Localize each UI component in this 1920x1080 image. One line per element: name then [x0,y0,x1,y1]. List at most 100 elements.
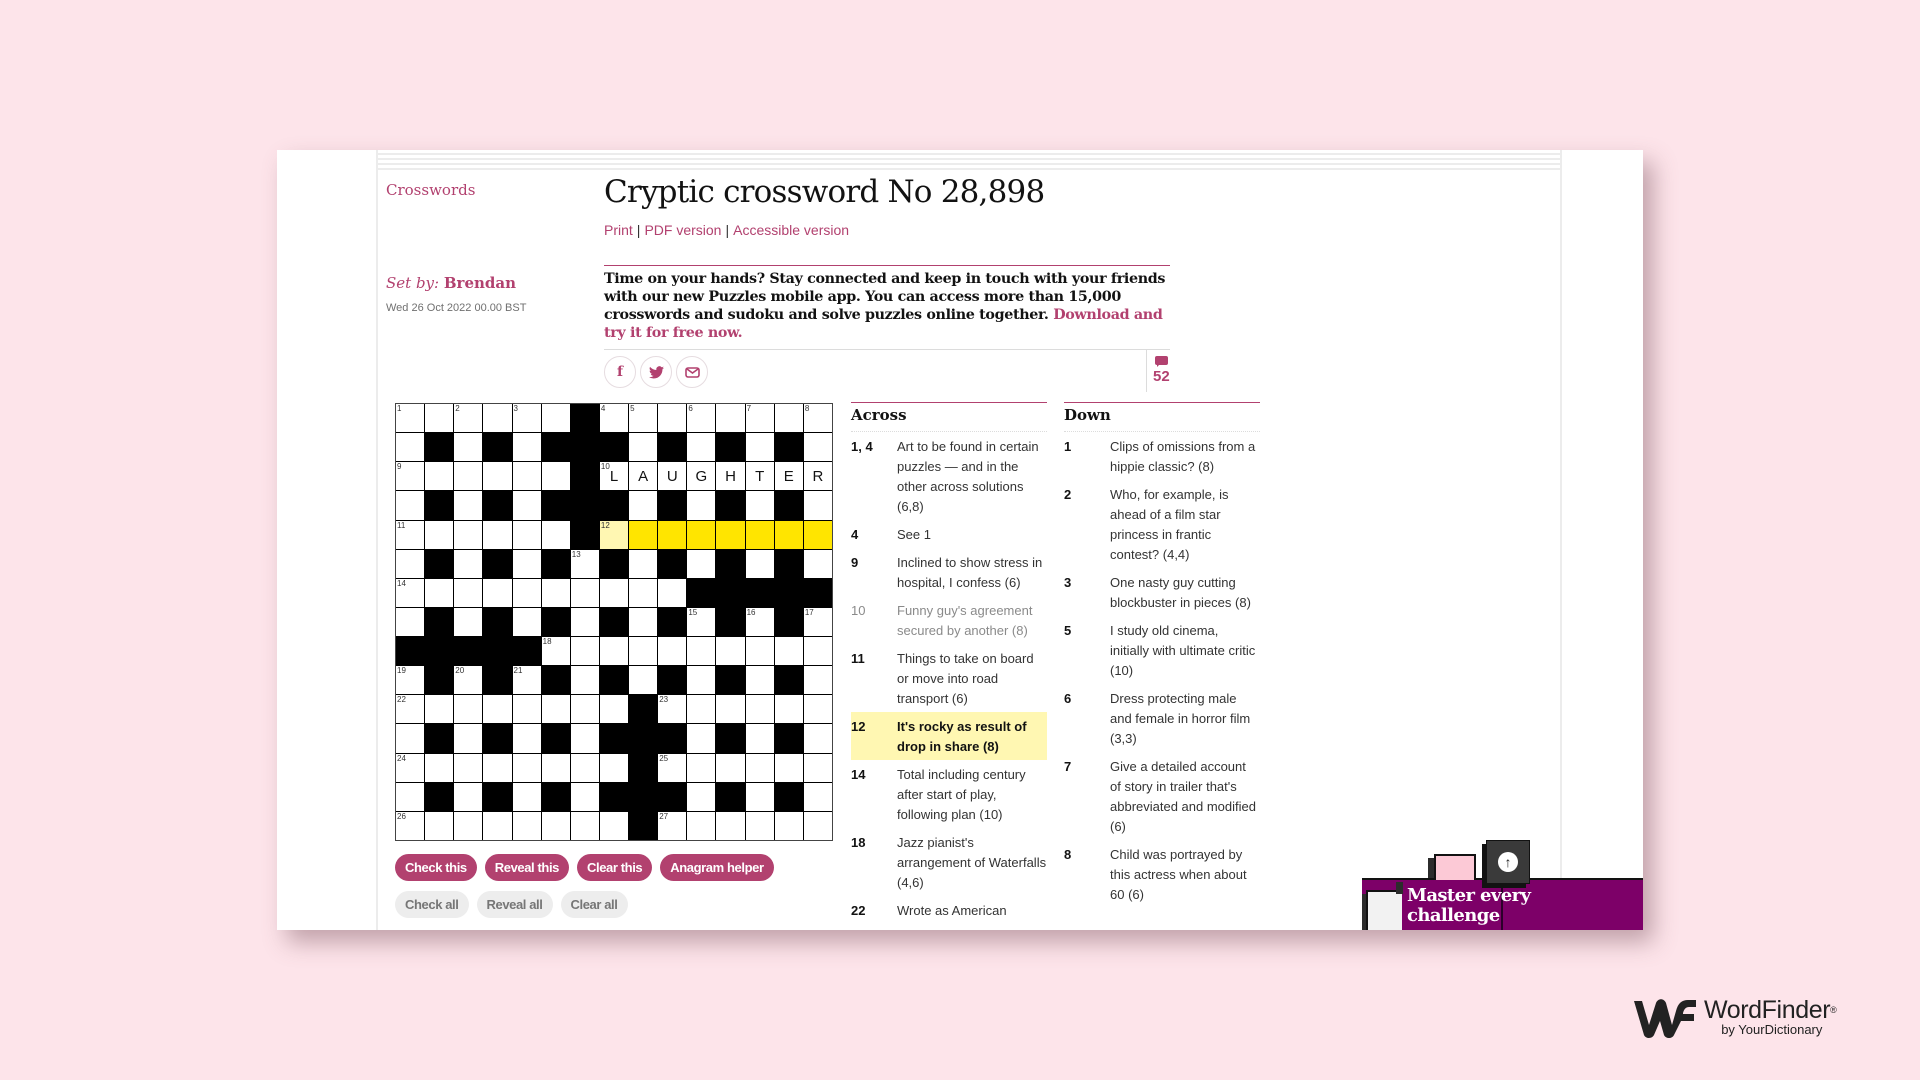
grid-cell[interactable] [745,549,774,578]
grid-cell[interactable] [396,491,425,520]
grid-cell[interactable] [512,549,541,578]
grid-cell[interactable] [570,782,599,811]
grid-cell[interactable] [454,607,483,637]
across-clue[interactable]: 1, 4 Art to be found in certain puzzles —… [851,432,1047,520]
grid-cell[interactable] [774,520,803,549]
grid-cell[interactable]: 9 [396,462,425,491]
grid-cell[interactable] [425,404,454,433]
grid-cell[interactable] [483,520,512,549]
grid-cell[interactable] [687,811,716,840]
grid-cell[interactable]: T [745,462,774,491]
grid-cell[interactable] [687,637,716,666]
clear-this-button[interactable]: Clear this [577,854,653,881]
print-link[interactable]: Print [604,222,633,238]
down-clue[interactable]: 7 Give a detailed account of story in tra… [1064,752,1260,840]
reveal-this-button[interactable]: Reveal this [484,854,569,881]
grid-cell[interactable] [803,666,832,695]
setter-link[interactable]: Brendan [444,274,516,292]
grid-cell[interactable] [745,520,774,549]
grid-cell[interactable]: 23 [658,695,687,724]
grid-cell[interactable] [454,724,483,753]
grid-cell[interactable] [454,782,483,811]
grid-cell[interactable] [687,549,716,578]
grid-cell[interactable] [687,520,716,549]
accessible-version-link[interactable]: Accessible version [733,222,849,238]
across-clue[interactable]: 4 See 1 [851,520,1047,548]
grid-cell[interactable] [629,491,658,520]
grid-cell[interactable]: 5 [629,404,658,433]
grid-cell[interactable] [541,811,570,840]
grid-cell[interactable] [541,520,570,549]
grid-cell[interactable] [745,666,774,695]
grid-cell[interactable] [425,695,454,724]
reveal-all-button[interactable]: Reveal all [476,891,553,918]
grid-cell[interactable] [716,404,745,433]
grid-cell[interactable] [483,404,512,433]
grid-cell[interactable] [425,578,454,607]
share-facebook-button[interactable]: f [604,356,636,388]
check-this-button[interactable]: Check this [395,854,477,881]
grid-cell[interactable]: 2 [454,404,483,433]
grid-cell[interactable] [483,462,512,491]
share-email-button[interactable] [676,356,708,388]
grid-cell[interactable]: 8 [803,404,832,433]
crossword-grid[interactable]: 1 2 3 4 5 6 7 8 9 10 L A U G H T E R 11 12 13 14 15 16 17 18 19 20 2… [395,403,833,841]
grid-cell[interactable] [454,578,483,607]
grid-cell[interactable] [599,637,629,666]
grid-cell[interactable] [512,811,541,840]
down-clue[interactable]: 1 Clips of omissions from a hippie classi… [1064,432,1260,480]
grid-cell[interactable] [483,578,512,607]
grid-cell[interactable] [454,811,483,840]
grid-cell[interactable] [774,404,803,433]
grid-cell[interactable]: 10 L [599,462,629,491]
comments-link[interactable]: 52 [1146,350,1187,392]
down-clue[interactable]: 3 One nasty guy cutting blockbuster in pi… [1064,568,1260,616]
grid-cell[interactable] [745,753,774,782]
grid-cell[interactable] [745,695,774,724]
grid-cell[interactable] [512,695,541,724]
pdf-version-link[interactable]: PDF version [644,222,721,238]
grid-cell[interactable] [512,578,541,607]
grid-cell[interactable]: 26 [396,811,425,840]
grid-cell[interactable]: 1 [396,404,425,433]
grid-cell[interactable] [512,753,541,782]
grid-cell[interactable] [745,782,774,811]
grid-cell[interactable] [658,637,687,666]
grid-cell[interactable] [570,811,599,840]
grid-cell[interactable] [745,491,774,520]
grid-cell[interactable] [687,724,716,753]
grid-cell[interactable] [570,578,599,607]
clear-all-button[interactable]: Clear all [560,891,628,918]
grid-cell[interactable]: 3 [512,404,541,433]
grid-cell[interactable]: 17 [803,607,832,637]
grid-cell[interactable] [803,811,832,840]
grid-cell[interactable] [396,607,425,637]
across-clue[interactable]: 11 Things to take on board or move into r… [851,644,1047,712]
grid-cell[interactable] [512,607,541,637]
across-clue[interactable]: 12 It's rocky as result of drop in share … [851,712,1047,760]
grid-cell[interactable] [396,782,425,811]
grid-cell[interactable] [570,695,599,724]
grid-cell[interactable]: 20 [454,666,483,695]
grid-cell[interactable] [599,753,629,782]
grid-cell[interactable] [541,753,570,782]
down-clue[interactable]: 8 Child was portrayed by this actress whe… [1064,840,1260,908]
grid-cell[interactable] [512,724,541,753]
down-clue[interactable]: 2 Who, for example, is ahead of a film st… [1064,480,1260,568]
grid-cell[interactable] [454,549,483,578]
grid-cell[interactable] [629,520,658,549]
grid-cell[interactable] [512,520,541,549]
grid-cell[interactable] [803,637,832,666]
grid-cell[interactable] [570,753,599,782]
grid-cell[interactable]: G [687,462,716,491]
grid-cell[interactable]: U [658,462,687,491]
grid-cell[interactable] [483,695,512,724]
grid-cell[interactable]: 11 [396,520,425,549]
grid-cell[interactable] [570,607,599,637]
grid-cell[interactable] [454,491,483,520]
grid-cell[interactable]: 4 [599,404,629,433]
grid-cell[interactable] [745,637,774,666]
grid-cell[interactable] [629,607,658,637]
grid-cell[interactable] [687,695,716,724]
grid-cell[interactable] [658,404,687,433]
